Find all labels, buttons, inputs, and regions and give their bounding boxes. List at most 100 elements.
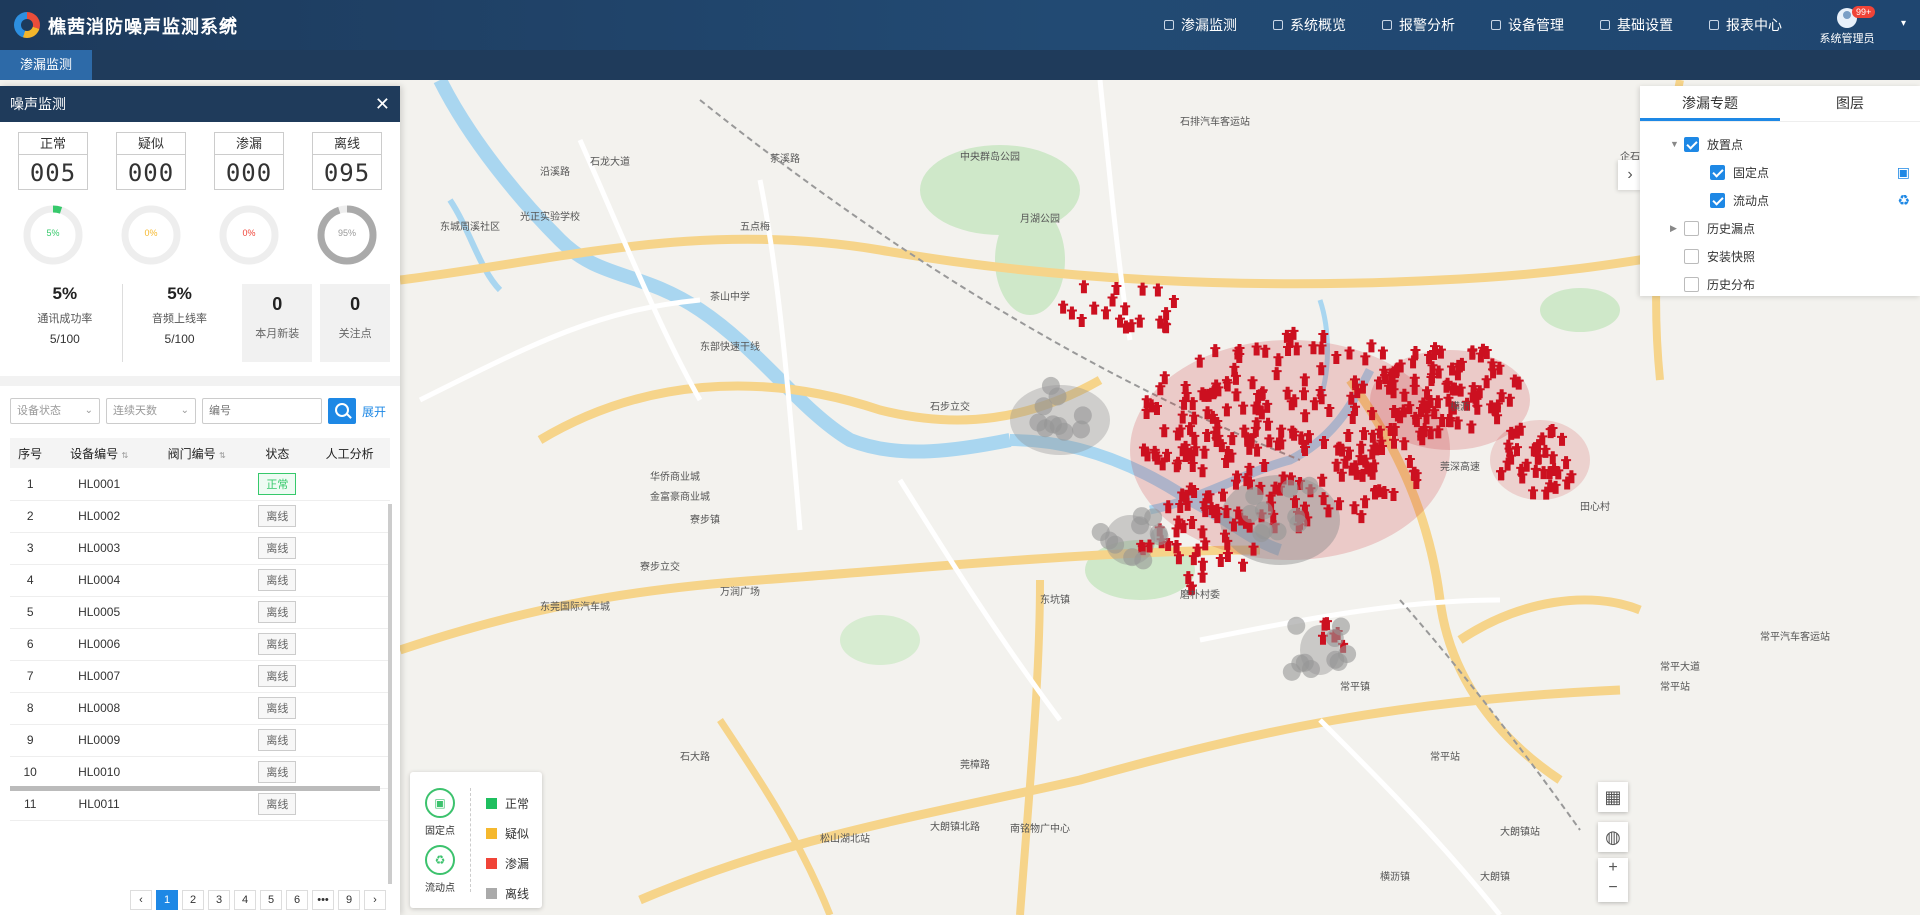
history-leaks-checkbox[interactable] bbox=[1684, 220, 1699, 236]
row-manual-analysis[interactable] bbox=[309, 628, 390, 661]
tree-node-install-snapshot[interactable]: 安装快照 bbox=[1670, 242, 1920, 270]
table-scrollbar[interactable] bbox=[388, 504, 392, 884]
hydrant-marker[interactable] bbox=[1215, 554, 1226, 568]
offline-device-marker[interactable] bbox=[1255, 521, 1274, 540]
offline-device-marker[interactable] bbox=[1329, 652, 1348, 671]
page-button[interactable]: 6 bbox=[286, 890, 308, 910]
hydrant-marker[interactable] bbox=[1100, 306, 1111, 320]
offline-device-marker[interactable] bbox=[1072, 420, 1091, 439]
hydrant-marker[interactable] bbox=[1076, 314, 1087, 328]
nav-basic-settings[interactable]: 基础设置 bbox=[1582, 0, 1691, 50]
hydrant-marker[interactable] bbox=[1107, 293, 1118, 307]
tree-expanded-icon[interactable]: ▼ bbox=[1670, 139, 1684, 149]
table-row[interactable]: 11 HL0011 离线 bbox=[10, 788, 390, 821]
collapse-panel-chevron-icon[interactable]: › bbox=[1618, 160, 1642, 190]
table-row[interactable]: 7 HL0007 离线 bbox=[10, 660, 390, 693]
page-button[interactable]: 2 bbox=[182, 890, 204, 910]
page-button[interactable]: 5 bbox=[260, 890, 282, 910]
hydrant-marker[interactable] bbox=[1377, 346, 1388, 360]
nav-report-center[interactable]: 报表中心 bbox=[1691, 0, 1800, 50]
offline-device-marker[interactable] bbox=[1034, 397, 1053, 416]
hydrant-marker[interactable] bbox=[1137, 282, 1148, 296]
row-manual-analysis[interactable] bbox=[309, 692, 390, 725]
next-page-chevron-icon[interactable]: › bbox=[364, 890, 386, 910]
user-chevron-icon[interactable]: ▾ bbox=[1901, 18, 1906, 29]
install-snapshot-checkbox[interactable] bbox=[1684, 248, 1699, 264]
hydrant-marker[interactable] bbox=[1161, 307, 1172, 321]
offline-device-marker[interactable] bbox=[1131, 516, 1150, 535]
row-manual-analysis[interactable] bbox=[309, 756, 390, 789]
hydrant-marker[interactable] bbox=[1134, 314, 1145, 328]
hydrant-marker[interactable] bbox=[1066, 306, 1077, 320]
offline-device-marker[interactable] bbox=[1091, 523, 1110, 542]
new-this-month[interactable]: 0 本月新装 bbox=[242, 284, 313, 362]
tab-leak-monitor[interactable]: 渗漏监测 bbox=[0, 50, 93, 80]
table-row[interactable]: 6 HL0006 离线 bbox=[10, 628, 390, 661]
table-row[interactable]: 4 HL0004 离线 bbox=[10, 564, 390, 597]
history-distribution-checkbox[interactable] bbox=[1684, 276, 1699, 292]
offline-device-marker[interactable] bbox=[1287, 507, 1306, 526]
number-search-input[interactable] bbox=[202, 398, 322, 424]
row-manual-analysis[interactable] bbox=[309, 532, 390, 565]
row-manual-analysis[interactable] bbox=[309, 724, 390, 757]
tab-leak-topic[interactable]: 渗漏专题 bbox=[1640, 86, 1780, 121]
hydrant-marker[interactable] bbox=[1120, 302, 1131, 316]
zoom-out-icon[interactable]: − bbox=[1598, 878, 1628, 898]
offline-device-marker[interactable] bbox=[1302, 660, 1321, 679]
page-button[interactable]: 1 bbox=[156, 890, 178, 910]
offline-device-marker[interactable] bbox=[1241, 504, 1260, 523]
table-row[interactable]: 9 HL0009 离线 bbox=[10, 724, 390, 757]
tree-node-history-leaks[interactable]: ▶ 历史漏点 bbox=[1670, 214, 1920, 242]
offline-device-marker[interactable] bbox=[1055, 422, 1074, 441]
tree-node-mobile[interactable]: 流动点 ♻ bbox=[1670, 186, 1920, 214]
sort-icon[interactable]: ⇅ bbox=[219, 451, 226, 460]
offline-device-marker[interactable] bbox=[1325, 629, 1344, 648]
tree-collapsed-icon[interactable]: ▶ bbox=[1670, 223, 1684, 234]
hydrant-marker[interactable] bbox=[1238, 558, 1249, 572]
tree-node-fixed[interactable]: 固定点 ▣ bbox=[1670, 158, 1920, 186]
globe-icon[interactable]: ◍ bbox=[1598, 822, 1628, 852]
zoom-control[interactable]: + − bbox=[1598, 858, 1628, 902]
table-horizontal-scrollbar[interactable] bbox=[10, 786, 380, 791]
close-icon[interactable]: ✕ bbox=[375, 86, 390, 122]
hydrant-marker[interactable] bbox=[1058, 300, 1069, 314]
table-row[interactable]: 3 HL0003 离线 bbox=[10, 532, 390, 565]
prev-page-chevron-icon[interactable]: ‹ bbox=[130, 890, 152, 910]
col-valve-number[interactable]: 阀门编号 ⇅ bbox=[147, 438, 246, 468]
page-button[interactable]: 9 bbox=[338, 890, 360, 910]
tree-node-placement[interactable]: ▼ 放置点 bbox=[1670, 130, 1920, 158]
hydrant-marker[interactable] bbox=[1152, 283, 1163, 297]
hydrant-marker[interactable] bbox=[1089, 301, 1100, 315]
table-row[interactable]: 8 HL0008 离线 bbox=[10, 692, 390, 725]
page-button[interactable]: 3 bbox=[208, 890, 230, 910]
consecutive-days-select[interactable]: 连续天数 ⌄ bbox=[106, 398, 196, 424]
nav-system-overview[interactable]: 系统概览 bbox=[1255, 0, 1364, 50]
offline-device-marker[interactable] bbox=[1245, 487, 1264, 506]
nav-device-management[interactable]: 设备管理 bbox=[1473, 0, 1582, 50]
table-row[interactable]: 10 HL0010 离线 bbox=[10, 756, 390, 789]
offline-device-marker[interactable] bbox=[1287, 616, 1306, 635]
mobile-checkbox[interactable] bbox=[1710, 192, 1725, 208]
col-device-number[interactable]: 设备编号 ⇅ bbox=[50, 438, 148, 468]
row-manual-analysis[interactable] bbox=[309, 500, 390, 533]
hydrant-marker[interactable] bbox=[1197, 569, 1208, 583]
row-manual-analysis[interactable] bbox=[309, 788, 390, 821]
offline-device-marker[interactable] bbox=[1123, 548, 1142, 567]
page-button[interactable]: 4 bbox=[234, 890, 256, 910]
tab-layers[interactable]: 图层 bbox=[1780, 86, 1920, 121]
watch-points[interactable]: 0 关注点 bbox=[320, 284, 390, 362]
row-manual-analysis[interactable] bbox=[309, 660, 390, 693]
page-button[interactable]: ••• bbox=[312, 890, 334, 910]
offline-device-marker[interactable] bbox=[1041, 376, 1060, 395]
tree-node-history-distribution[interactable]: 历史分布 bbox=[1670, 270, 1920, 298]
offline-device-marker[interactable] bbox=[1280, 479, 1299, 498]
row-manual-analysis[interactable] bbox=[309, 564, 390, 597]
expand-link[interactable]: 展开 bbox=[362, 403, 386, 420]
swap-icon[interactable]: ⇄ bbox=[222, 12, 237, 33]
zoom-in-icon[interactable]: + bbox=[1598, 858, 1628, 878]
search-button[interactable] bbox=[328, 398, 356, 424]
offline-device-marker[interactable] bbox=[1150, 527, 1169, 546]
table-row[interactable]: 2 HL0002 离线 bbox=[10, 500, 390, 533]
offline-device-marker[interactable] bbox=[1106, 535, 1125, 554]
placement-checkbox[interactable] bbox=[1684, 136, 1699, 152]
